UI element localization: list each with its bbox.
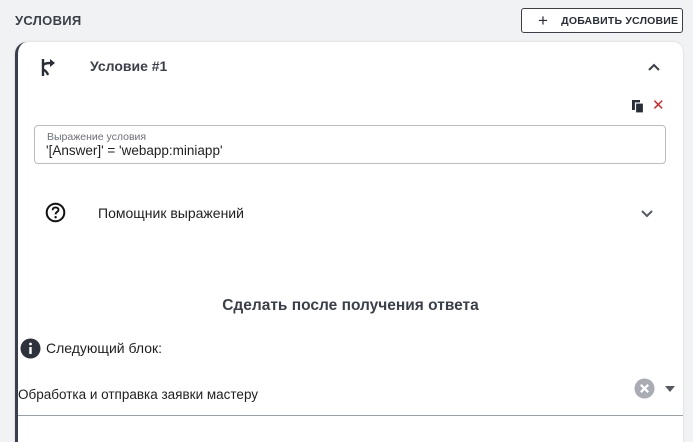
dropdown-arrow-icon[interactable] [664, 385, 676, 393]
conditions-header: УСЛОВИЯ + ДОБАВИТЬ УСЛОВИЕ [0, 0, 693, 42]
branch-icon [41, 59, 55, 76]
add-condition-label: ДОБАВИТЬ УСЛОВИЕ [561, 14, 679, 27]
expression-label: Выражение условия [47, 131, 147, 143]
info-icon [20, 338, 41, 359]
delete-icon[interactable]: ✕ [652, 98, 665, 113]
expression-value[interactable]: '[Answer]' = 'webapp:miniapp' [46, 143, 223, 158]
condition-title: Условие #1 [90, 58, 168, 74]
select-underline [18, 415, 683, 416]
plus-icon: + [538, 11, 549, 30]
section-title: УСЛОВИЯ [15, 13, 82, 28]
chevron-down-icon[interactable] [639, 205, 655, 221]
next-block-select[interactable]: Обработка и отправка заявки мастеру [18, 387, 258, 402]
after-response-heading: Сделать после получения ответа [222, 297, 479, 314]
expression-helper-toggle[interactable]: Помощник выражений [98, 205, 244, 221]
copy-icon[interactable] [631, 99, 645, 114]
add-condition-button[interactable]: + ДОБАВИТЬ УСЛОВИЕ [521, 8, 683, 33]
next-block-label: Следующий блок: [46, 340, 162, 356]
help-icon [45, 202, 66, 223]
condition-card: Условие #1 ✕ Выражение условия '[Answer]… [15, 42, 683, 442]
condition-expression-field[interactable]: Выражение условия '[Answer]' = 'webapp:m… [34, 125, 666, 164]
clear-icon[interactable] [634, 378, 655, 399]
chevron-up-icon[interactable] [646, 59, 662, 75]
